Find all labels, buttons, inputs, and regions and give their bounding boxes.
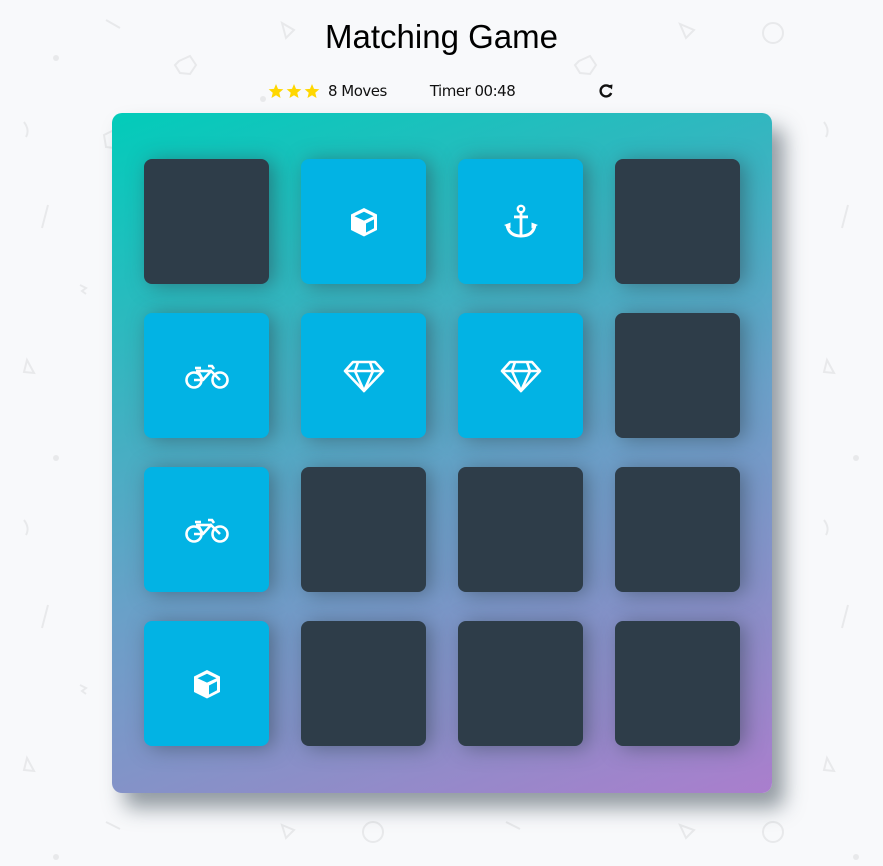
diamond-icon	[500, 359, 542, 393]
card[interactable]	[144, 159, 269, 284]
diamond-icon	[343, 359, 385, 393]
card[interactable]	[144, 621, 269, 746]
anchor-icon	[502, 203, 540, 241]
card[interactable]	[458, 621, 583, 746]
redo-icon	[599, 84, 613, 98]
restart-button[interactable]	[598, 83, 614, 99]
timer: Timer 00:48	[429, 82, 516, 100]
cube-icon	[190, 667, 224, 701]
card[interactable]	[144, 467, 269, 592]
card[interactable]	[615, 159, 740, 284]
star-rating	[268, 83, 320, 99]
bicycle-icon	[184, 515, 230, 545]
card[interactable]	[144, 313, 269, 438]
card-deck	[112, 113, 772, 793]
card[interactable]	[458, 313, 583, 438]
card[interactable]	[615, 621, 740, 746]
card[interactable]	[458, 467, 583, 592]
card[interactable]	[301, 159, 426, 284]
score-panel: 8 Moves Timer 00:48	[268, 80, 628, 102]
card[interactable]	[458, 159, 583, 284]
bicycle-icon	[184, 361, 230, 391]
star-icon	[286, 84, 302, 98]
card[interactable]	[301, 313, 426, 438]
star-icon	[268, 84, 284, 98]
moves-counter: 8 Moves	[328, 82, 387, 100]
page-title: Matching Game	[325, 18, 558, 55]
star-icon	[304, 84, 320, 98]
card[interactable]	[615, 313, 740, 438]
card[interactable]	[615, 467, 740, 592]
card[interactable]	[301, 467, 426, 592]
card[interactable]	[301, 621, 426, 746]
cube-icon	[347, 205, 381, 239]
